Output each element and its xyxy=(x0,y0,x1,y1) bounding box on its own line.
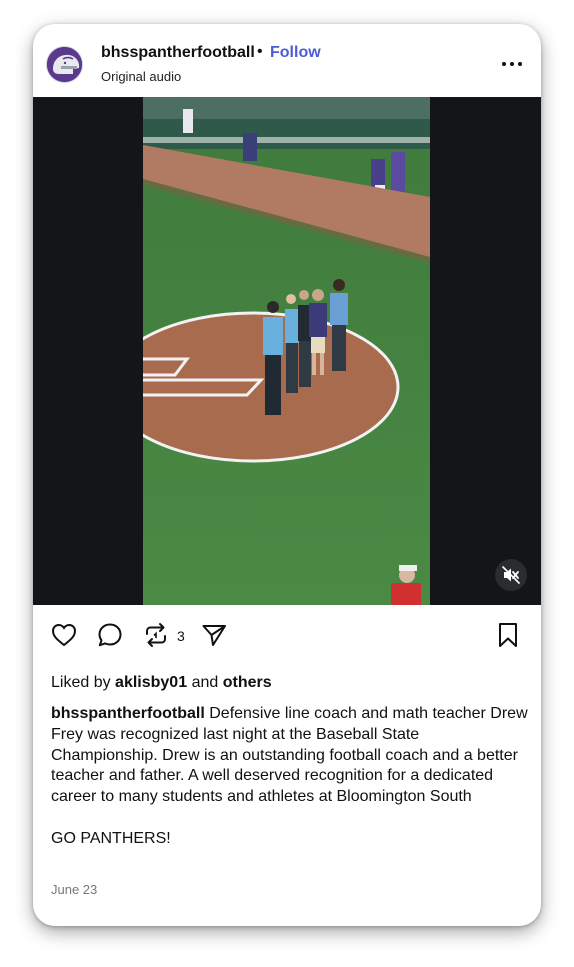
likes-joiner: and xyxy=(191,674,219,691)
mute-glyph-icon xyxy=(502,566,520,584)
muted-speaker-icon[interactable] xyxy=(495,559,527,591)
video-player[interactable] xyxy=(33,97,541,605)
more-horizontal-icon[interactable] xyxy=(501,54,525,74)
post-caption: bhsspantherfootball Defensive line coach… xyxy=(51,704,529,850)
post-card: bhsspantherfootball • Follow Original au… xyxy=(33,24,541,926)
panther-helmet-logo xyxy=(47,47,82,82)
avatar[interactable] xyxy=(46,46,83,83)
post-date[interactable]: June 23 xyxy=(51,882,97,897)
likes-summary: Liked by aklisby01 and others xyxy=(51,674,272,692)
caption-tagline: GO PANTHERS! xyxy=(51,829,171,847)
comment-bubble-icon[interactable] xyxy=(95,620,125,650)
baseball-field-video-frame xyxy=(143,97,430,605)
liked-by-others[interactable]: others xyxy=(223,674,272,691)
repost-count: 3 xyxy=(177,628,185,644)
post-header: bhsspantherfootball • Follow Original au… xyxy=(33,24,541,97)
audio-label[interactable]: Original audio xyxy=(101,69,181,84)
bookmark-icon[interactable] xyxy=(493,620,523,650)
action-bar: 3 xyxy=(33,620,541,660)
caption-author[interactable]: bhsspantherfootball xyxy=(51,705,205,722)
liked-by-user[interactable]: aklisby01 xyxy=(115,674,187,691)
separator-dot: • xyxy=(257,43,263,60)
follow-button[interactable]: Follow xyxy=(270,44,321,62)
repost-icon[interactable] xyxy=(141,620,171,650)
send-icon[interactable] xyxy=(199,620,229,650)
username[interactable]: bhsspantherfootball xyxy=(101,44,255,62)
heart-icon[interactable] xyxy=(49,620,79,650)
likes-prefix: Liked by xyxy=(51,674,111,691)
